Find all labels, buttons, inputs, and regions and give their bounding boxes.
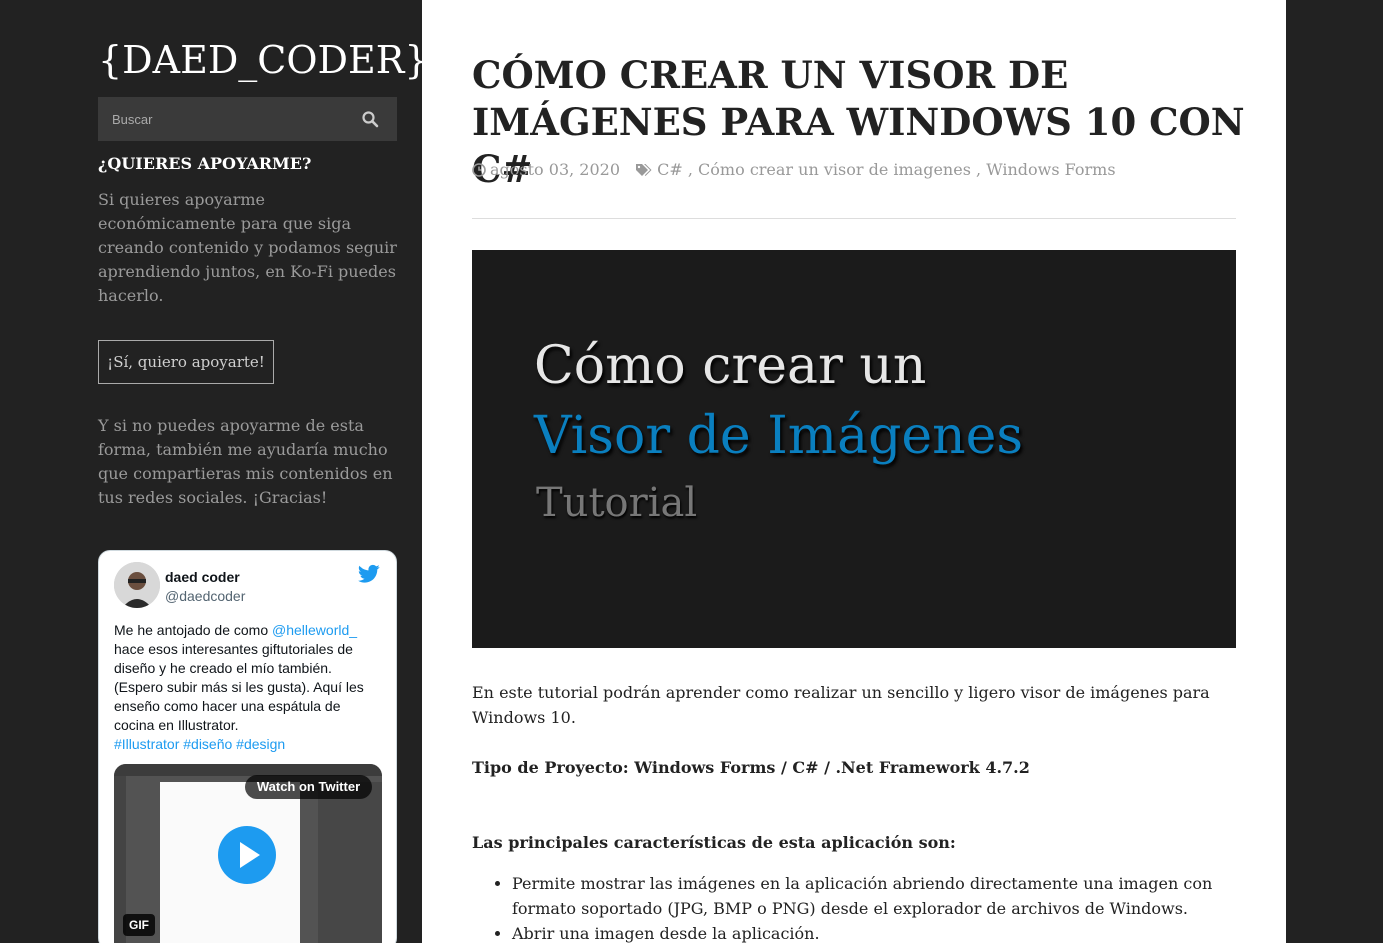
tag-link-windows-forms[interactable]: Windows Forms xyxy=(986,160,1115,179)
support-title: ¿QUIERES APOYARME? xyxy=(98,154,312,173)
right-gutter xyxy=(1286,0,1383,943)
tweet-text-start: Me he antojado de como xyxy=(114,622,272,638)
tags-icon xyxy=(636,164,652,176)
post-meta: agosto 03, 2020 C# , Cómo crear un visor… xyxy=(472,160,1116,179)
tweet-text-end: hace esos interesantes giftutoriales de … xyxy=(114,641,364,733)
tag-link-visor[interactable]: Cómo crear un visor de imagenes xyxy=(698,160,971,179)
play-icon xyxy=(240,842,260,868)
support-text: Si quieres apoyarme económicamente para … xyxy=(98,190,397,305)
tweet-author-name[interactable]: daed coder xyxy=(165,569,240,585)
gif-badge: GIF xyxy=(123,914,155,936)
features-title: Las principales características de esta … xyxy=(472,833,956,852)
share-text: Y si no puedes apoyarme de esta forma, t… xyxy=(98,416,393,507)
search-input[interactable] xyxy=(98,97,348,141)
list-item: Permite mostrar las imágenes en la aplic… xyxy=(512,871,1236,921)
media-layers-panel xyxy=(318,782,382,943)
post-date: agosto 03, 2020 xyxy=(490,160,621,179)
hero-line-1: Cómo crear un xyxy=(534,336,927,396)
hero-line-2: Visor de Imágenes xyxy=(534,406,1024,466)
tweet-hashtags[interactable]: #Illustrator #diseño #design xyxy=(114,736,285,752)
hero-image: Cómo crear un Visor de Imágenes Tutorial xyxy=(472,250,1236,648)
divider xyxy=(472,218,1236,219)
sidebar: {DAED_CODER} ¿QUIERES APOYARME? Si quier… xyxy=(0,0,429,943)
support-button[interactable]: ¡Sí, quiero apoyarte! xyxy=(98,340,274,384)
tag-link-csharp[interactable]: C# xyxy=(657,160,683,179)
play-button[interactable] xyxy=(218,826,276,884)
embedded-tweet[interactable]: daed coder @daedcoder Me he antojado de … xyxy=(98,550,397,943)
avatar[interactable] xyxy=(114,562,160,608)
tweet-mention-link[interactable]: @helleworld_ xyxy=(272,622,357,638)
tweet-text: Me he antojado de como @helleworld_ hace… xyxy=(114,621,382,754)
search-icon[interactable] xyxy=(361,110,379,128)
main-content: CÓMO CREAR UN VISOR DE IMÁGENES PARA WIN… xyxy=(422,0,1286,943)
project-type: Tipo de Proyecto: Windows Forms / C# / .… xyxy=(472,758,1030,777)
list-item: Abrir una imagen desde la aplicación. xyxy=(512,921,1236,943)
watch-on-twitter-button[interactable]: Watch on Twitter xyxy=(245,775,372,799)
tweet-author-handle[interactable]: @daedcoder xyxy=(165,588,245,604)
hero-line-3: Tutorial xyxy=(536,480,698,526)
site-logo[interactable]: {DAED_CODER} xyxy=(98,38,429,82)
clock-icon xyxy=(472,163,486,177)
tweet-media[interactable]: Watch on Twitter GIF xyxy=(114,764,382,943)
intro-paragraph: En este tutorial podrán aprender como re… xyxy=(472,683,1210,727)
search-box xyxy=(98,97,397,141)
features-list: Permite mostrar las imágenes en la aplic… xyxy=(512,871,1236,943)
twitter-bird-icon[interactable] xyxy=(358,564,380,584)
